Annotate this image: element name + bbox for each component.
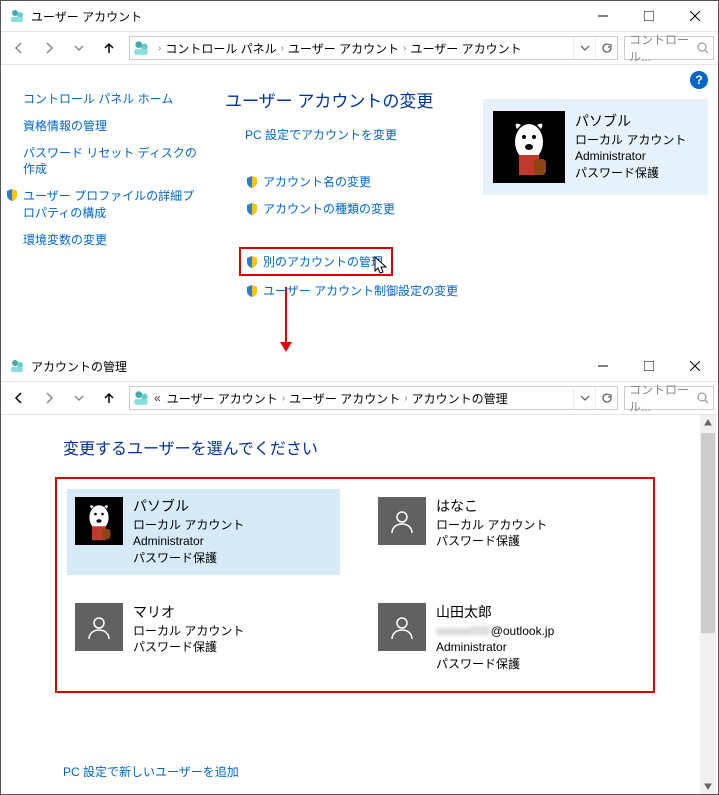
breadcrumb-item[interactable]: ユーザー アカウント xyxy=(288,40,399,57)
account-item[interactable]: マリオローカル アカウントパスワード保護 xyxy=(67,595,340,681)
window-title: アカウントの管理 xyxy=(31,358,580,375)
shield-icon xyxy=(245,175,259,189)
link-control-panel-home[interactable]: コントロール パネル ホーム xyxy=(23,91,203,108)
avatar xyxy=(75,497,123,545)
breadcrumb-item[interactable]: アカウントの管理 xyxy=(412,390,508,407)
breadcrumb-item[interactable]: コントロール パネル xyxy=(165,40,276,57)
breadcrumb-item[interactable]: ユーザー アカウント xyxy=(167,390,278,407)
link-change-account-type[interactable]: アカウントの種類の変更 xyxy=(245,200,704,217)
account-detail: ローカル アカウント xyxy=(436,517,547,534)
close-button[interactable] xyxy=(672,1,718,31)
back-button[interactable] xyxy=(5,385,33,411)
breadcrumb-item[interactable]: ユーザー アカウント xyxy=(410,40,521,57)
account-name: 山田太郎 xyxy=(436,603,554,623)
current-user-card: パソブル ローカル アカウント Administrator パスワード保護 xyxy=(483,99,708,195)
user-accounts-icon xyxy=(132,389,150,407)
cursor-icon xyxy=(373,255,389,275)
refresh-button[interactable] xyxy=(595,387,617,409)
link-env-vars[interactable]: 環境変数の変更 xyxy=(23,232,203,249)
scroll-down-button[interactable] xyxy=(700,778,716,794)
annotation-arrow-head xyxy=(280,342,292,352)
shield-icon xyxy=(245,202,259,216)
breadcrumb-overflow[interactable]: « xyxy=(154,391,161,405)
avatar xyxy=(378,603,426,651)
account-detail: Administrator xyxy=(133,533,244,550)
account-item[interactable]: 山田太郎wwww000@outlook.jpAdministratorパスワード… xyxy=(370,595,643,681)
annotation-arrow xyxy=(285,287,287,347)
back-button[interactable] xyxy=(5,35,33,61)
up-button[interactable] xyxy=(95,35,123,61)
forward-button[interactable] xyxy=(35,385,63,411)
shield-icon xyxy=(245,255,259,269)
close-button[interactable] xyxy=(672,351,718,381)
avatar xyxy=(75,603,123,651)
user-accounts-icon xyxy=(9,358,25,374)
user-accounts-icon xyxy=(132,39,150,57)
account-item[interactable]: パソブルローカル アカウントAdministratorパスワード保護 xyxy=(67,489,340,575)
recent-dropdown[interactable] xyxy=(65,35,93,61)
help-icon[interactable]: ? xyxy=(690,71,708,89)
account-name: パソブル xyxy=(133,497,244,517)
window-title: ユーザー アカウント xyxy=(31,8,580,25)
left-nav: コントロール パネル ホーム 資格情報の管理 パスワード リセット ディスクの作… xyxy=(1,73,211,317)
main-content: 変更するユーザーを選んでください パソブルローカル アカウントAdministr… xyxy=(1,415,718,794)
recent-dropdown[interactable] xyxy=(65,385,93,411)
minimize-button[interactable] xyxy=(580,351,626,381)
breadcrumb-item[interactable]: ユーザー アカウント xyxy=(289,390,400,407)
up-button[interactable] xyxy=(95,385,123,411)
window-manage-accounts: アカウントの管理 « ユーザー アカウント › ユーザー アカウント › アカウ… xyxy=(1,351,718,794)
user-pw: パスワード保護 xyxy=(575,165,686,182)
user-accounts-icon xyxy=(9,8,25,24)
link-user-profile-props[interactable]: ユーザー プロファイルの詳細プロパティの構成 xyxy=(5,188,203,222)
page-heading: 変更するユーザーを選んでください xyxy=(63,435,698,459)
search-input[interactable]: コントロール... xyxy=(624,36,714,60)
avatar xyxy=(378,497,426,545)
link-password-reset-disk[interactable]: パスワード リセット ディスクの作成 xyxy=(23,145,203,179)
user-name: パソブル xyxy=(575,112,686,132)
link-add-new-user[interactable]: PC 設定で新しいユーザーを追加 xyxy=(63,763,698,780)
nav-toolbar: « ユーザー アカウント › ユーザー アカウント › アカウントの管理 コント… xyxy=(1,381,718,415)
account-detail: パスワード保護 xyxy=(133,639,244,656)
link-manage-other-account[interactable]: 別のアカウントの管理 xyxy=(243,251,389,272)
maximize-button[interactable] xyxy=(626,351,672,381)
main-content: ユーザー アカウントの変更 PC 設定でアカウントを変更 アカウント名の変更 ア… xyxy=(211,73,718,317)
account-detail: ローカル アカウント xyxy=(133,623,244,640)
account-item[interactable]: はなこローカル アカウントパスワード保護 xyxy=(370,489,643,575)
titlebar: アカウントの管理 xyxy=(1,351,718,381)
account-detail: パスワード保護 xyxy=(133,550,244,567)
address-bar[interactable]: « ユーザー アカウント › ユーザー アカウント › アカウントの管理 xyxy=(129,386,618,410)
window-user-accounts: ユーザー アカウント › コントロール パネル › ユーザー アカウント › ユ… xyxy=(1,1,718,337)
account-detail: パスワード保護 xyxy=(436,656,554,673)
titlebar: ユーザー アカウント xyxy=(1,1,718,31)
accounts-grid: パソブルローカル アカウントAdministratorパスワード保護はなこローカ… xyxy=(55,477,655,693)
maximize-button[interactable] xyxy=(626,1,672,31)
user-role: Administrator xyxy=(575,148,686,165)
account-detail: wwww000@outlook.jp xyxy=(436,623,554,640)
address-dropdown[interactable] xyxy=(573,37,595,59)
search-icon xyxy=(697,42,709,54)
nav-toolbar: › コントロール パネル › ユーザー アカウント › ユーザー アカウント コ… xyxy=(1,31,718,65)
scroll-thumb[interactable] xyxy=(701,433,715,633)
avatar xyxy=(493,111,565,183)
shield-icon xyxy=(245,284,259,298)
account-name: はなこ xyxy=(436,497,547,517)
shield-icon xyxy=(5,188,19,202)
scroll-up-button[interactable] xyxy=(700,415,716,431)
link-uac-settings[interactable]: ユーザー アカウント制御設定の変更 xyxy=(245,282,704,299)
minimize-button[interactable] xyxy=(580,1,626,31)
scrollbar[interactable] xyxy=(700,415,716,794)
address-dropdown[interactable] xyxy=(573,387,595,409)
forward-button[interactable] xyxy=(35,35,63,61)
account-detail: パスワード保護 xyxy=(436,533,547,550)
link-credentials[interactable]: 資格情報の管理 xyxy=(23,118,203,135)
address-bar[interactable]: › コントロール パネル › ユーザー アカウント › ユーザー アカウント xyxy=(129,36,618,60)
search-input[interactable]: コントロール... xyxy=(624,386,714,410)
refresh-button[interactable] xyxy=(595,37,617,59)
account-detail: Administrator xyxy=(436,639,554,656)
account-name: マリオ xyxy=(133,603,244,623)
user-type: ローカル アカウント xyxy=(575,132,686,149)
search-icon xyxy=(697,392,709,404)
account-detail: ローカル アカウント xyxy=(133,517,244,534)
